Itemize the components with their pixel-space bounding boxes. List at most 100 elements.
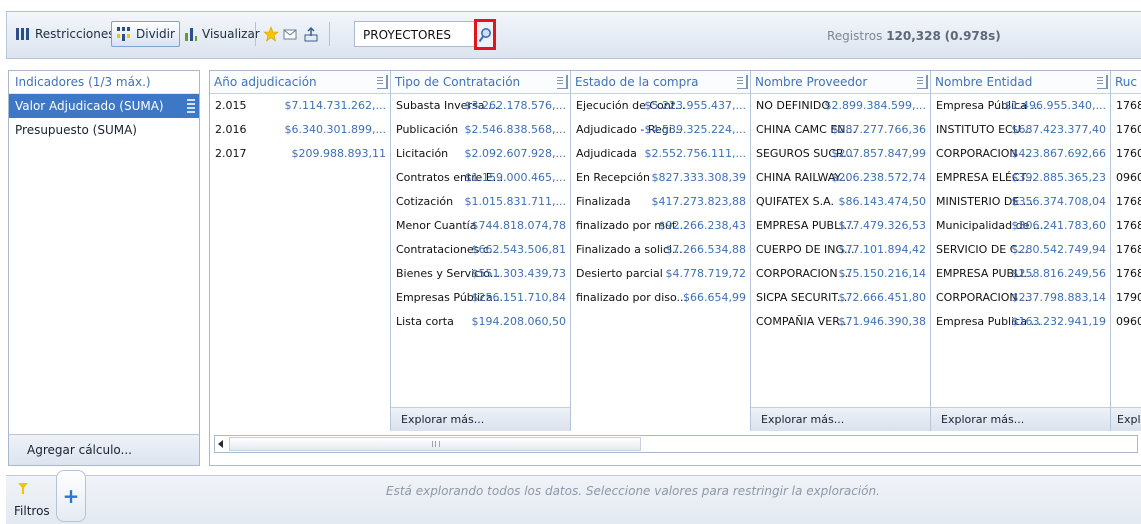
grid-row[interactable]: Empresa Publica ... $163.232.941,19 [931, 310, 1110, 334]
grid-row[interactable]: Municipalidad de ... $306.241.783,60 [931, 214, 1110, 238]
drag-handle-icon[interactable] [187, 99, 195, 113]
row-label: Desierto parcial [576, 267, 663, 280]
grid-row[interactable]: 1768 [1111, 262, 1141, 286]
grid-row[interactable]: finalizado por diso... $66.654,99 [571, 286, 750, 310]
row-value: $256.151.710,84 [471, 291, 566, 304]
explore-more-button[interactable]: Expl [1111, 407, 1141, 431]
row-label: 2.017 [215, 147, 247, 160]
email-button[interactable] [283, 22, 297, 46]
column-header[interactable]: Año adjudicación [210, 71, 390, 94]
grid-row[interactable]: EMPRESA PUBLI... $258.816.249,56 [931, 262, 1110, 286]
grid-row[interactable]: SEGUROS SUCR... $207.857.847,99 [751, 142, 930, 166]
grid-row[interactable]: 1768 [1111, 190, 1141, 214]
grid-row[interactable]: Lista corta $194.208.060,50 [391, 310, 570, 334]
grid-row[interactable]: SICPA SECURIT... $72.666.451,80 [751, 286, 930, 310]
grid-row[interactable]: EMPRESA ELÉCT... $392.885.365,23 [931, 166, 1110, 190]
grid-row[interactable]: CORPORACION ... $423.867.692,66 [931, 142, 1110, 166]
grid-row[interactable]: Publicación $2.546.838.568,... [391, 118, 570, 142]
grid-row[interactable]: EMPRESA PUBLI... $77.479.326,53 [751, 214, 930, 238]
grid-row[interactable]: 0960 [1111, 166, 1141, 190]
grid-row[interactable]: Menor Cuantía $744.818.074,78 [391, 214, 570, 238]
grid-row[interactable]: 1768 [1111, 94, 1141, 118]
column-header[interactable]: Estado de la compra [571, 71, 750, 94]
grid-row[interactable]: Licitación $2.092.607.928,... [391, 142, 570, 166]
bar-chart-icon [185, 28, 197, 41]
grid-row[interactable]: 1760 [1111, 118, 1141, 142]
grid-row[interactable]: 1760 [1111, 142, 1141, 166]
grid-row[interactable]: Empresa Pública ... $1.496.955.340,... [931, 94, 1110, 118]
grid-row[interactable]: En Recepción $827.333.308,39 [571, 166, 750, 190]
row-value: $287.277.766,36 [831, 123, 926, 136]
grid-row[interactable]: 2.017 $209.988.893,11 [210, 142, 390, 166]
grid-row[interactable]: CHINA RAILWAY... $206.238.572,74 [751, 166, 930, 190]
search-button[interactable] [474, 19, 496, 50]
sort-icon[interactable] [917, 75, 928, 89]
grid-row[interactable]: Adjudicado - Regi... $4.539.325.224,... [571, 118, 750, 142]
grid-row[interactable]: Finalizado a solici... $7.266.534,88 [571, 238, 750, 262]
explore-more-button[interactable]: Explorar más... [751, 407, 930, 431]
indicators-title: Indicadores (1/3 máx.) [9, 71, 199, 94]
row-label: 1768 [1116, 99, 1141, 112]
row-label: 1768 [1116, 243, 1141, 256]
scrollbar-thumb[interactable] [229, 437, 641, 451]
grid-row[interactable]: Empresas Pública... $256.151.710,84 [391, 286, 570, 310]
grid-row[interactable]: finalizado por mut... $92.266.238,43 [571, 214, 750, 238]
sort-icon[interactable] [557, 75, 568, 89]
dividir-button[interactable]: Dividir [111, 21, 180, 47]
row-value: $280.542.749,94 [1011, 243, 1106, 256]
horizontal-scrollbar[interactable] [214, 435, 1138, 453]
grid-row[interactable]: Contrataciones c... $662.543.506,81 [391, 238, 570, 262]
indicator-presupuesto[interactable]: Presupuesto (SUMA) [9, 118, 199, 142]
column-header[interactable]: Nombre Proveedor [751, 71, 930, 94]
grid-row[interactable]: 2.015 $7.114.731.262,... [210, 94, 390, 118]
grid-row[interactable]: CUERPO DE ING... $77.101.894,42 [751, 238, 930, 262]
filter-bar: Filtros + Está explorando todos los dato… [6, 470, 1141, 524]
grid-row[interactable]: NO DEFINIDO $2.899.384.599,... [751, 94, 930, 118]
grid-row[interactable]: 2.016 $6.340.301.899,... [210, 118, 390, 142]
row-value: $392.885.365,23 [1011, 171, 1106, 184]
grid-row[interactable]: QUIFATEX S.A. $86.143.474,50 [751, 190, 930, 214]
grid-row[interactable]: 0960 [1111, 310, 1141, 334]
search-field[interactable] [354, 21, 494, 47]
row-value: $207.857.847,99 [831, 147, 926, 160]
scroll-left-icon[interactable] [218, 440, 223, 448]
grid-row[interactable]: Ejecución de Cont... $5.223.955.437,... [571, 94, 750, 118]
visualizar-button[interactable]: Visualizar [184, 22, 260, 46]
grid-row[interactable]: SERVICIO DE C... $280.542.749,94 [931, 238, 1110, 262]
grid-row[interactable]: Contratos entre E... $1.159.000.465,... [391, 166, 570, 190]
column-header-label: Ruc E [1115, 75, 1141, 89]
row-value: $1.015.831.711,... [464, 195, 566, 208]
grid-row[interactable]: Cotización $1.015.831.711,... [391, 190, 570, 214]
sort-icon[interactable] [737, 75, 748, 89]
explore-more-button[interactable]: Explorar más... [931, 407, 1110, 431]
grid-row[interactable]: CORPORACION ... $237.798.883,14 [931, 286, 1110, 310]
grid-row[interactable]: Finalizada $417.273.823,88 [571, 190, 750, 214]
sort-icon[interactable] [377, 75, 388, 89]
grid-row[interactable]: Adjudicada $2.552.756.111,... [571, 142, 750, 166]
grid-row[interactable]: 1768 [1111, 214, 1141, 238]
add-calculation-button[interactable]: Agregar cálculo... [9, 434, 199, 465]
grid-row[interactable]: Bienes y Servicio... $551.303.439,73 [391, 262, 570, 286]
column-header[interactable]: Nombre Entidad [931, 71, 1110, 94]
grid-row[interactable]: 1790 [1111, 286, 1141, 310]
sort-icon[interactable] [1097, 75, 1108, 89]
grid-row[interactable]: INSTITUTO ECU... $687.423.377,40 [931, 118, 1110, 142]
grid-row[interactable]: COMPAÑIA VER... $71.946.390,38 [751, 310, 930, 334]
grid-row[interactable]: MINISTERIO DE ... $356.374.708,04 [931, 190, 1110, 214]
export-button[interactable] [303, 22, 319, 46]
search-input[interactable] [361, 23, 475, 47]
row-value: $6.340.301.899,... [284, 123, 386, 136]
grid-row[interactable]: CORPORACION ... $75.150.216,14 [751, 262, 930, 286]
column-header[interactable]: Tipo de Contratación [391, 71, 570, 94]
grid-row[interactable]: Desierto parcial $4.778.719,72 [571, 262, 750, 286]
explore-more-button[interactable]: Explorar más... [391, 407, 570, 431]
grid-row[interactable]: Subasta Inversa ... $3.262.178.576,... [391, 94, 570, 118]
indicator-valor-adjudicado[interactable]: Valor Adjudicado (SUMA) [9, 94, 199, 118]
add-filter-button[interactable]: + [56, 470, 86, 522]
favorite-button[interactable] [263, 22, 279, 46]
restricciones-button[interactable]: Restricciones [15, 22, 115, 46]
column-header-label: Año adjudicación [214, 75, 317, 89]
grid-row[interactable]: 1768 [1111, 238, 1141, 262]
grid-row[interactable]: CHINA CAMC EN... $287.277.766,36 [751, 118, 930, 142]
column-header[interactable]: Ruc E [1111, 71, 1141, 94]
